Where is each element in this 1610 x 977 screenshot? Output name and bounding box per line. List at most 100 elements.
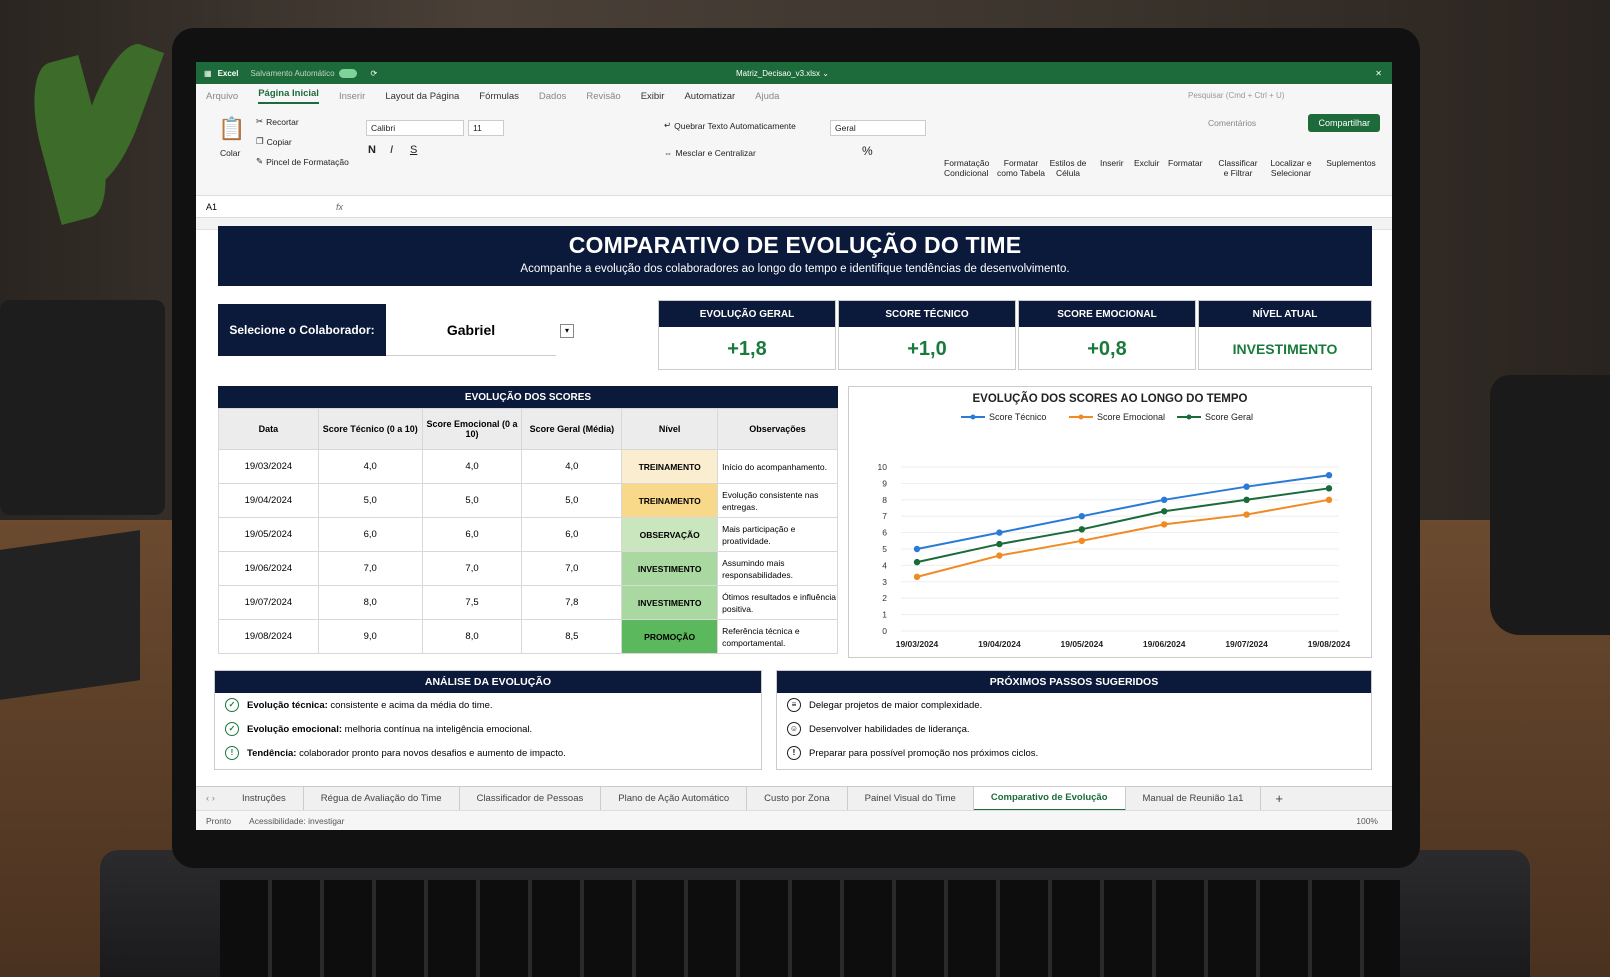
table-cell[interactable]: Início do acompanhamento.	[717, 449, 838, 484]
tab-nav-arrows[interactable]: ‹ ›	[196, 793, 225, 804]
conditional-format-button[interactable]: Formatação Condicional	[944, 158, 989, 178]
sheet-tab[interactable]: Plano de Ação Automático	[601, 786, 748, 811]
autosave-toggle[interactable]	[338, 68, 357, 78]
comments-button[interactable]: Comentários	[1208, 118, 1256, 128]
table-cell[interactable]: 19/08/2024	[218, 619, 319, 654]
addins-button[interactable]: Suplementos	[1326, 158, 1376, 168]
share-button[interactable]: Compartilhar	[1308, 114, 1380, 132]
table-cell[interactable]: INVESTIMENTO	[621, 551, 719, 586]
tab-pagina-inicial[interactable]: Página Inicial	[258, 88, 319, 104]
table-header-cell: Observações	[717, 408, 838, 450]
table-cell[interactable]: 19/04/2024	[218, 483, 319, 518]
format-table-button[interactable]: Formatar como Tabela	[996, 158, 1046, 178]
bold-button[interactable]: N	[368, 144, 376, 156]
table-cell[interactable]: 5,0	[421, 483, 523, 518]
table-cell[interactable]: 19/06/2024	[218, 551, 319, 586]
tab-exibir[interactable]: Exibir	[641, 91, 665, 102]
percent-button[interactable]: %	[862, 144, 873, 158]
file-name[interactable]: Matriz_Decisao_v3.xlsx ⌄	[736, 69, 829, 78]
tab-formulas[interactable]: Fórmulas	[479, 91, 519, 102]
table-cell[interactable]: 7,5	[421, 585, 523, 620]
add-sheet-button[interactable]: +	[1261, 791, 1297, 806]
accessibility-status[interactable]: Acessibilidade: investigar	[249, 816, 344, 826]
table-cell[interactable]: TREINAMENTO	[621, 449, 719, 484]
delete-cells-button[interactable]: Excluir	[1134, 158, 1160, 168]
table-cell[interactable]: 7,0	[521, 551, 623, 586]
table-cell[interactable]: TREINAMENTO	[621, 483, 719, 518]
table-cell[interactable]: 5,0	[317, 483, 423, 518]
font-size-select[interactable]: 11	[468, 120, 504, 136]
underline-button[interactable]: S	[410, 144, 417, 156]
data-point	[1243, 483, 1250, 490]
table-cell[interactable]: 8,5	[521, 619, 623, 654]
table-cell[interactable]: 8,0	[317, 585, 423, 620]
paste-button[interactable]: Colar	[220, 148, 240, 158]
number-format-select[interactable]: Geral	[830, 120, 926, 136]
table-cell[interactable]: Ótimos resultados e influência positiva.	[717, 585, 838, 620]
table-cell[interactable]: 19/03/2024	[218, 449, 319, 484]
tab-layout[interactable]: Layout da Página	[385, 91, 459, 102]
table-cell[interactable]: 4,0	[421, 449, 523, 484]
table-cell[interactable]: 7,0	[317, 551, 423, 586]
merge-center-button[interactable]: ⇔ Mesclar e Centralizar	[664, 148, 756, 158]
fx-icon[interactable]: fx	[336, 202, 343, 212]
name-box[interactable]: A1	[206, 202, 276, 212]
cell-styles-button[interactable]: Estilos de Célula	[1048, 158, 1088, 178]
table-row: 19/05/2024 6,0 6,0 6,0 OBSERVAÇÃO Mais partic…	[218, 517, 838, 552]
table-cell[interactable]: 19/05/2024	[218, 517, 319, 552]
search-input[interactable]: Pesquisar (Cmd + Ctrl + U)	[1174, 88, 1374, 104]
tab-inserir[interactable]: Inserir	[339, 91, 365, 102]
collaborator-select[interactable]: Gabriel	[386, 304, 556, 356]
copy-button[interactable]: ❐ Copiar	[256, 136, 292, 147]
wrap-text-button[interactable]: ↵ Quebrar Texto Automaticamente	[664, 120, 796, 131]
table-cell[interactable]: 6,0	[421, 517, 523, 552]
table-cell[interactable]: 5,0	[521, 483, 623, 518]
find-select-button[interactable]: Localizar e Selecionar	[1266, 158, 1316, 178]
cut-button[interactable]: ✂ Recortar	[256, 116, 299, 127]
zoom-level[interactable]: 100%	[1356, 816, 1378, 826]
tab-dados[interactable]: Dados	[539, 91, 566, 102]
table-cell[interactable]: Assumindo mais responsabilidades.	[717, 551, 838, 586]
insert-cells-button[interactable]: Inserir	[1100, 158, 1124, 168]
table-cell[interactable]: 7,0	[421, 551, 523, 586]
sheet-tab[interactable]: Régua de Avaliação do Time	[304, 786, 460, 811]
tab-arquivo[interactable]: Arquivo	[206, 91, 238, 102]
sheet-tab[interactable]: Classificador de Pessoas	[460, 786, 602, 811]
tab-ajuda[interactable]: Ajuda	[755, 91, 779, 102]
evolution-chart[interactable]: EVOLUÇÃO DOS SCORES AO LONGO DO TEMPO 01…	[848, 386, 1372, 658]
table-cell[interactable]: OBSERVAÇÃO	[621, 517, 719, 552]
table-cell[interactable]: 4,0	[521, 449, 623, 484]
table-cell[interactable]: 6,0	[521, 517, 623, 552]
sheet-tab[interactable]: Instruções	[225, 786, 304, 811]
sort-filter-button[interactable]: Classificar e Filtrar	[1216, 158, 1260, 178]
data-point	[913, 545, 921, 553]
chart-svg: 0 1 2 3 4 5 6 7 8 9 10 19/03/2024 19/04/2024 19/05/20…	[878, 412, 1351, 649]
tab-revisao[interactable]: Revisão	[586, 91, 620, 102]
italic-button[interactable]: I	[390, 144, 393, 156]
table-cell[interactable]: 7,8	[521, 585, 623, 620]
table-cell[interactable]: 8,0	[421, 619, 523, 654]
sheet-tab[interactable]: Manual de Reunião 1a1	[1126, 786, 1262, 811]
save-icon[interactable]: ⟳	[371, 69, 378, 78]
font-name-select[interactable]: Calibri	[366, 120, 464, 136]
table-cell[interactable]: PROMOÇÃO	[621, 619, 719, 654]
format-painter-button[interactable]: ✎ Pincel de Formatação	[256, 156, 349, 167]
sheet-tab[interactable]: Painel Visual do Time	[848, 786, 974, 811]
table-cell[interactable]: Evolução consistente nas entregas.	[717, 483, 838, 518]
chevron-down-icon[interactable]: ▾	[560, 324, 574, 338]
table-cell[interactable]: 6,0	[317, 517, 423, 552]
table-cell[interactable]: INVESTIMENTO	[621, 585, 719, 620]
format-cells-button[interactable]: Formatar	[1168, 158, 1202, 168]
sheet-tab-active[interactable]: Comparativo de Evolução	[973, 786, 1126, 811]
clipboard-icon[interactable]: 📋	[218, 116, 245, 142]
sheet-tab[interactable]: Custo por Zona	[747, 786, 848, 811]
table-cell[interactable]: 4,0	[317, 449, 423, 484]
sheet-tabs: ‹ › Instruções Régua de Avaliação do Tim…	[196, 786, 1392, 811]
table-cell[interactable]: Referência técnica e comportamental.	[717, 619, 838, 654]
tab-automatizar[interactable]: Automatizar	[684, 91, 735, 102]
table-cell[interactable]: 19/07/2024	[218, 585, 319, 620]
table-cell[interactable]: 9,0	[317, 619, 423, 654]
ribbon: 📋 Colar ✂ Recortar ❐ Copiar ✎ Pincel de For…	[196, 108, 1392, 196]
close-icon[interactable]: ✕	[1375, 69, 1382, 78]
table-cell[interactable]: Mais participação e proatividade.	[717, 517, 838, 552]
